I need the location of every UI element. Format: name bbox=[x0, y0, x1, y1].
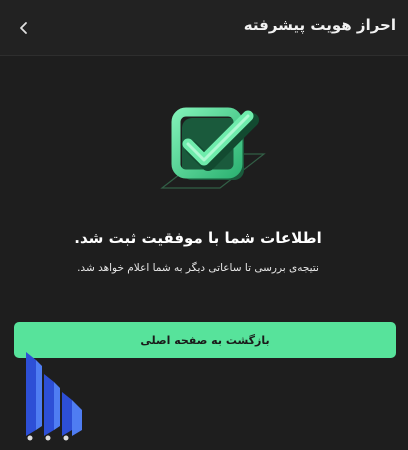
success-subtitle: نتیجه‌ی بررسی تا ساعاتی دیگر به شما اعلا… bbox=[77, 262, 319, 274]
top-app-bar: احراز هویت پیشرفته bbox=[0, 0, 408, 56]
brand-logo-watermark bbox=[26, 352, 82, 441]
back-button[interactable] bbox=[12, 16, 36, 40]
check-badge-icon bbox=[160, 82, 266, 189]
identity-verification-success-screen: احراز هویت پیشرفته اطلاعات شما با موفقیت… bbox=[0, 0, 408, 450]
page-title: احراز هویت پیشرفته bbox=[243, 16, 396, 34]
success-title: اطلاعات شما با موفقیت ثبت شد. bbox=[74, 229, 322, 247]
chevron-left-icon bbox=[20, 22, 27, 34]
